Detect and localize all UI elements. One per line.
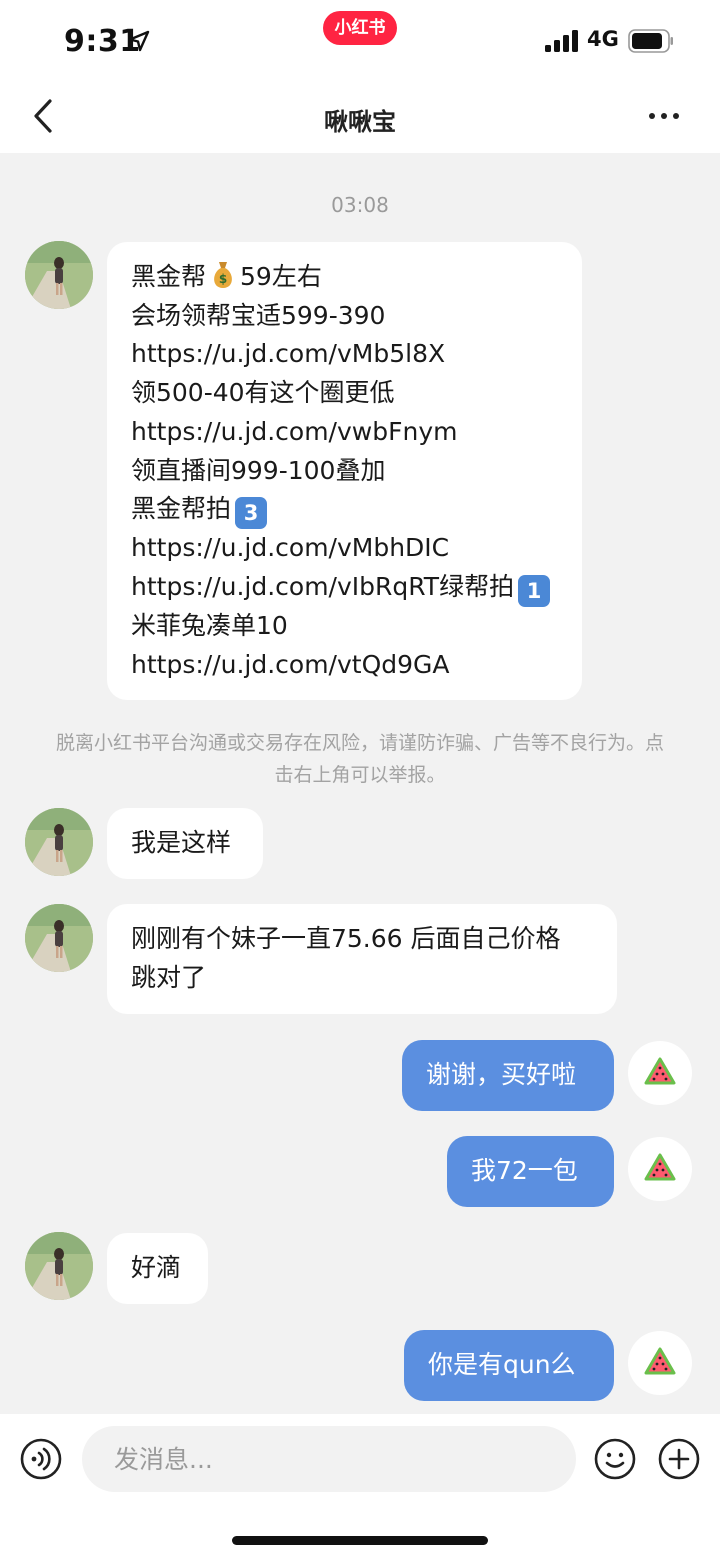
message-bubble-incoming[interactable]: 刚刚有个妹子一直75.66 后面自己价格 跳对了 bbox=[107, 904, 617, 1014]
message-bubble-incoming[interactable]: 我是这样 bbox=[107, 808, 263, 879]
message-bubble-outgoing[interactable]: 谢谢，买好啦 bbox=[402, 1040, 614, 1111]
message-line: 谢谢，买好啦 bbox=[426, 1060, 577, 1089]
emoji-icon[interactable] bbox=[594, 1438, 636, 1480]
app-badge: 小红书 bbox=[323, 11, 397, 45]
message-line: 好滴 bbox=[131, 1253, 182, 1282]
input-bar bbox=[0, 1414, 720, 1558]
voice-icon[interactable] bbox=[20, 1438, 62, 1480]
message-link[interactable]: https://u.jd.com/vwbFnym bbox=[131, 413, 558, 452]
message-timestamp: 03:08 bbox=[331, 193, 389, 217]
home-indicator bbox=[232, 1536, 488, 1545]
message-bubble-incoming[interactable]: 好滴 bbox=[107, 1233, 208, 1304]
nav-bar: 啾啾宝 bbox=[0, 78, 720, 153]
risk-warning: 脱离小红书平台沟通或交易存在风险，请谨防诈骗、广告等不良行为。点击右上角可以举报… bbox=[55, 732, 664, 786]
message-line: 会场领帮宝适599-390 bbox=[131, 300, 386, 330]
message-bubble-outgoing[interactable]: 我72一包 bbox=[447, 1136, 614, 1207]
message-bubble-outgoing[interactable]: 你是有qun么 bbox=[404, 1330, 614, 1401]
contact-avatar[interactable] bbox=[25, 241, 93, 309]
self-avatar[interactable] bbox=[628, 1137, 692, 1201]
money-bag-icon: $ bbox=[214, 262, 232, 288]
message-link[interactable]: https://u.jd.com/vtQd9GA bbox=[131, 646, 558, 685]
status-bar: 9:31 小红书 4G bbox=[0, 0, 720, 78]
battery-icon bbox=[628, 29, 673, 53]
message-line: 领直播间999-100叠加 bbox=[131, 455, 386, 485]
more-icon[interactable] bbox=[646, 106, 682, 126]
message-line: 跳对了 bbox=[131, 962, 207, 992]
location-arrow-icon bbox=[128, 30, 150, 52]
svg-text:$: $ bbox=[219, 272, 227, 286]
network-label: 4G bbox=[587, 27, 619, 51]
watermelon-icon bbox=[644, 1153, 676, 1181]
contact-avatar[interactable] bbox=[25, 1232, 93, 1300]
message-line: 我72一包 bbox=[471, 1156, 578, 1185]
message-link[interactable]: https://u.jd.com/vMbhDIC bbox=[131, 529, 558, 568]
message-input[interactable] bbox=[82, 1426, 576, 1492]
add-icon[interactable] bbox=[658, 1438, 700, 1480]
keycap-three-icon: 3 bbox=[235, 497, 268, 530]
message-line: 米菲兔凑单10 bbox=[131, 610, 288, 640]
contact-avatar[interactable] bbox=[25, 808, 93, 876]
self-avatar[interactable] bbox=[628, 1331, 692, 1395]
self-avatar[interactable] bbox=[628, 1041, 692, 1105]
message-line: 黑金帮 $59左右 bbox=[131, 262, 322, 291]
contact-avatar[interactable] bbox=[25, 904, 93, 972]
message-line: 你是有qun么 bbox=[428, 1350, 576, 1379]
message-line: 领500-40有这个圈更低 bbox=[131, 378, 395, 408]
message-link[interactable]: https://u.jd.com/vMb5l8X bbox=[131, 335, 558, 374]
message-line: 黑金帮拍 3 bbox=[131, 490, 558, 530]
message-bubble-incoming[interactable]: 黑金帮 $59左右 会场领帮宝适599-390 https://u.jd.com/… bbox=[107, 242, 582, 700]
watermelon-icon bbox=[644, 1057, 676, 1085]
keycap-one-icon: 1 bbox=[518, 574, 551, 607]
message-line: 刚刚有个妹子一直75.66 后面自己价格 bbox=[131, 924, 561, 953]
signal-icon bbox=[545, 30, 578, 52]
message-line[interactable]: https://u.jd.com/vIbRqRT绿帮拍 1 bbox=[131, 568, 558, 607]
page-title: 啾啾宝 bbox=[324, 108, 396, 136]
watermelon-icon bbox=[644, 1347, 676, 1375]
message-line: 我是这样 bbox=[131, 828, 232, 857]
